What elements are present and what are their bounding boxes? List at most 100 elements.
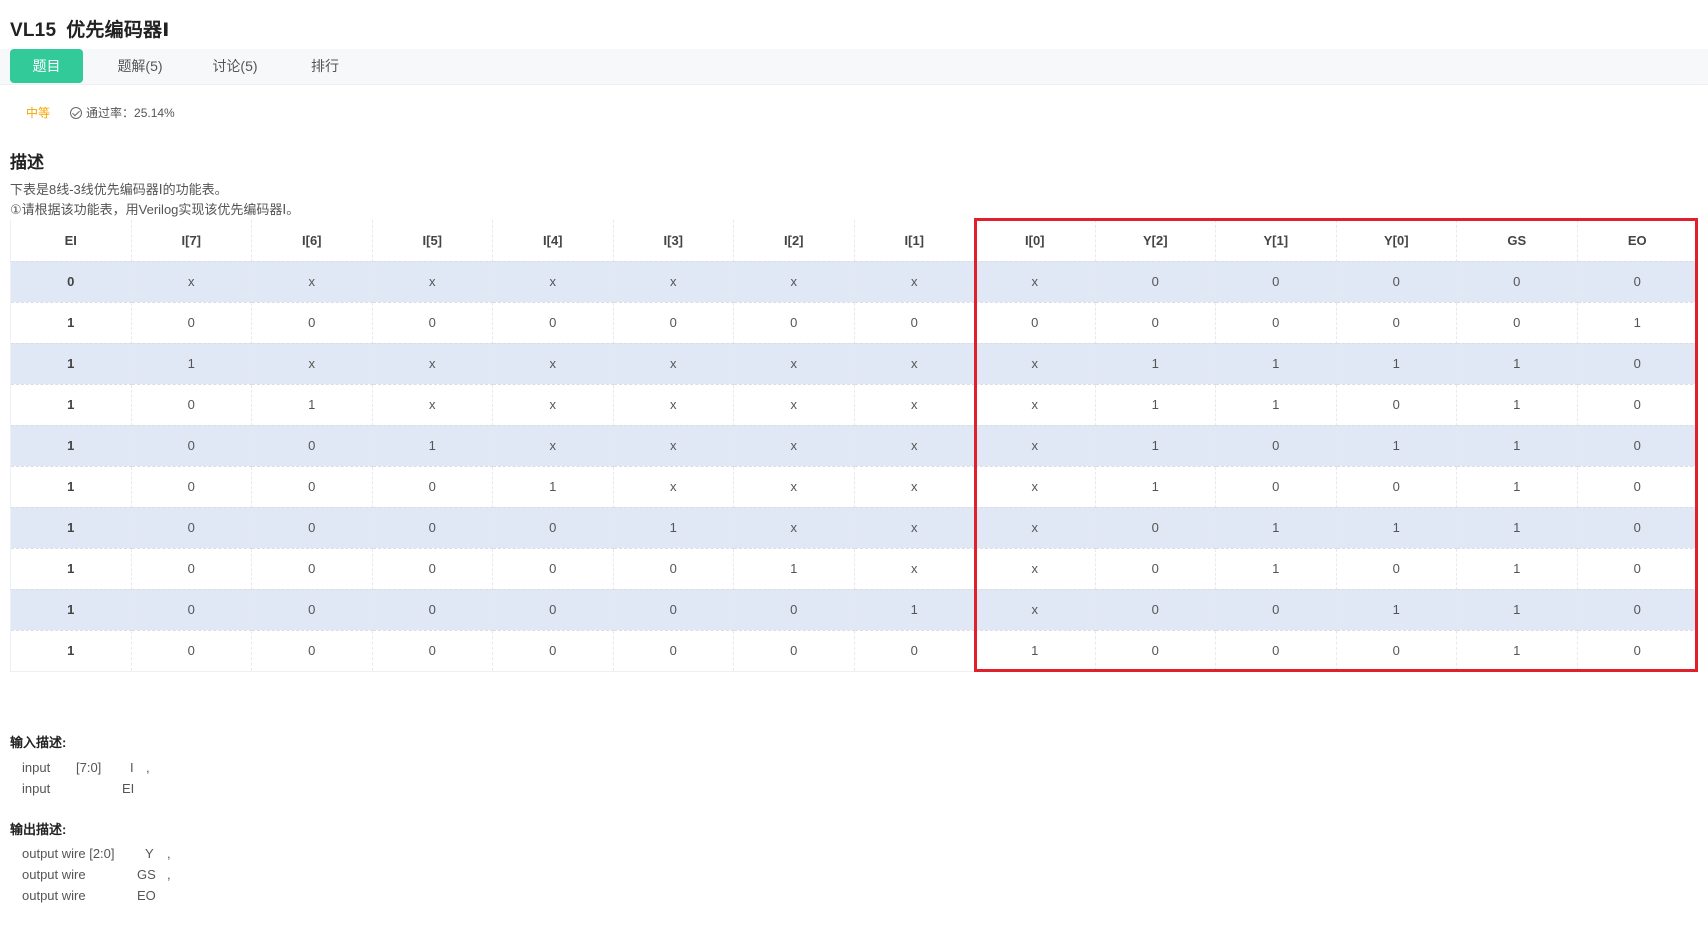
table-cell: x <box>854 384 975 426</box>
table-row: 1001xxxxx10110 <box>10 425 1698 467</box>
table-cell: 1 <box>10 589 132 631</box>
table-cell: 1 <box>1336 343 1457 385</box>
problem-code: VL15 <box>10 20 57 41</box>
tab-ranking[interactable]: 排行 <box>290 49 360 84</box>
table-cell: x <box>372 343 493 385</box>
table-cell: 0 <box>854 630 975 672</box>
table-cell: 0 <box>613 302 734 344</box>
table-cell: 0 <box>1215 466 1337 508</box>
table-cell: x <box>733 425 855 467</box>
table-cell: 1 <box>1095 466 1216 508</box>
table-cell: x <box>613 425 734 467</box>
output-declaration: output wire <box>22 867 86 882</box>
table-cell: 0 <box>1095 302 1216 344</box>
table-cell: 0 <box>251 425 373 467</box>
table-cell: x <box>733 466 855 508</box>
tab-discussion[interactable]: 讨论(5) <box>195 49 275 84</box>
table-cell: 1 <box>10 384 132 426</box>
table-cell: 1 <box>1456 507 1578 549</box>
tab-problem[interactable]: 题目 <box>10 49 83 83</box>
output-separator: , <box>167 846 171 861</box>
col-header-eo: EO <box>1577 220 1698 262</box>
tab-solutions[interactable]: 题解(5) <box>100 49 180 84</box>
table-cell: 0 <box>251 302 373 344</box>
description-text: 下表是8线-3线优先编码器Ⅰ的功能表。 ①请根据该功能表，用Verilog实现该… <box>10 180 299 220</box>
input-row: input EI <box>22 778 150 799</box>
table-cell: x <box>854 343 975 385</box>
table-cell: 1 <box>974 630 1096 672</box>
table-cell: 0 <box>1577 425 1698 467</box>
table-cell: 1 <box>613 507 734 549</box>
table-cell: 0 <box>131 630 252 672</box>
table-row: 100001xxx01110 <box>10 507 1698 549</box>
table-cell: 0 <box>131 425 252 467</box>
table-cell: 0 <box>1577 630 1698 672</box>
table-cell: 0 <box>1336 302 1457 344</box>
input-row: input [7:0] I, <box>22 757 150 778</box>
col-header-y0: Y[0] <box>1336 220 1457 262</box>
table-cell: x <box>492 425 614 467</box>
table-cell: x <box>854 507 975 549</box>
input-description: input [7:0] I, input EI <box>22 757 150 799</box>
col-header-ei: EI <box>10 220 132 262</box>
table-row: 10000001x00110 <box>10 589 1698 631</box>
table-cell: 0 <box>131 589 252 631</box>
table-cell: x <box>372 261 493 303</box>
table-cell: 0 <box>1577 507 1698 549</box>
table-cell: x <box>251 261 373 303</box>
table-row: 101xxxxxx11010 <box>10 384 1698 426</box>
output-description: output wire [2:0] Y, output wire GS, outpu… <box>22 843 171 906</box>
table-cell: 0 <box>1456 302 1578 344</box>
table-cell: x <box>613 261 734 303</box>
table-cell: 1 <box>10 343 132 385</box>
description-line-1: 下表是8线-3线优先编码器Ⅰ的功能表。 <box>10 182 228 197</box>
table-cell: 1 <box>251 384 373 426</box>
table-cell: x <box>733 507 855 549</box>
table-cell: x <box>613 384 734 426</box>
table-cell: 1 <box>1456 630 1578 672</box>
problem-meta: 中等 通过率：25.14% <box>26 104 175 121</box>
col-header-i5: I[5] <box>372 220 493 262</box>
input-heading: 输入描述: <box>10 735 67 750</box>
table-cell: 0 <box>372 548 493 590</box>
table-cell: 1 <box>1456 466 1578 508</box>
table-cell: x <box>613 466 734 508</box>
table-cell: 0 <box>10 261 132 303</box>
input-keyword: input <box>22 760 51 775</box>
table-cell: 0 <box>1095 589 1216 631</box>
table-cell: 0 <box>733 630 855 672</box>
table-cell: x <box>974 466 1096 508</box>
table-cell: 0 <box>1095 548 1216 590</box>
table-cell: 1 <box>1336 589 1457 631</box>
problem-page: VL15 优先编码器Ⅰ 题目 题解(5) 讨论(5) 排行 中等 通过率：25.1… <box>0 0 1708 926</box>
table-cell: 1 <box>1456 425 1578 467</box>
col-header-i1: I[1] <box>854 220 975 262</box>
table-cell: 0 <box>1456 261 1578 303</box>
table-cell: 1 <box>1456 343 1578 385</box>
table-row: 10001xxxx10010 <box>10 466 1698 508</box>
table-cell: 0 <box>251 466 373 508</box>
table-cell: x <box>974 261 1096 303</box>
table-cell: 0 <box>372 302 493 344</box>
input-width <box>76 778 122 799</box>
table-cell: 1 <box>1095 425 1216 467</box>
table-cell: x <box>492 261 614 303</box>
output-signal: Y <box>145 846 154 861</box>
table-cell: 0 <box>251 630 373 672</box>
table-cell: 0 <box>1577 384 1698 426</box>
table-cell: 0 <box>372 630 493 672</box>
table-cell: 1 <box>1215 507 1337 549</box>
table-cell: x <box>733 384 855 426</box>
table-cell: 0 <box>131 548 252 590</box>
input-separator: , <box>146 760 150 775</box>
table-cell: 1 <box>372 425 493 467</box>
table-cell: 0 <box>1215 425 1337 467</box>
table-cell: x <box>372 384 493 426</box>
description-heading: 描述 <box>10 153 44 172</box>
table-cell: 0 <box>1215 589 1337 631</box>
table-cell: 1 <box>1577 302 1698 344</box>
table-cell: 0 <box>1577 343 1698 385</box>
table-cell: 0 <box>613 548 734 590</box>
table-cell: x <box>974 425 1096 467</box>
table-cell: 0 <box>1336 466 1457 508</box>
